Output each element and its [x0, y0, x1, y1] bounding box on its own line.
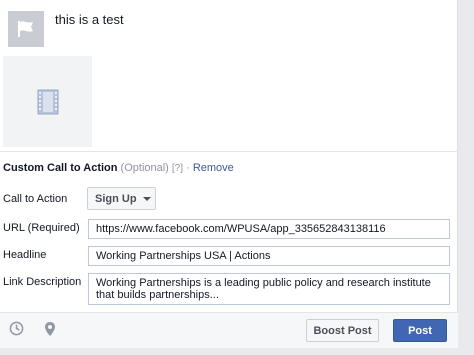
- flag-icon: [18, 21, 33, 37]
- post-composer: this is a test Custom Call to Action (Op…: [0, 0, 458, 348]
- url-field[interactable]: https://www.facebook.com/WPUSA/app_33565…: [88, 219, 450, 239]
- call-to-action-label: Call to Action: [3, 193, 68, 205]
- status-text[interactable]: this is a test: [55, 12, 124, 27]
- boost-post-button[interactable]: Boost Post: [306, 319, 379, 342]
- cta-help-link[interactable]: [?]: [172, 163, 183, 174]
- post-button[interactable]: Post: [393, 319, 447, 342]
- cta-optional-label: (Optional): [120, 162, 169, 174]
- location-pin-icon[interactable]: [44, 321, 56, 337]
- cta-title: Custom Call to Action: [3, 162, 118, 174]
- call-to-action-select[interactable]: Sign Up: [87, 187, 156, 210]
- link-thumbnail[interactable]: [3, 56, 92, 147]
- chevron-down-icon: [142, 196, 151, 201]
- page-avatar: [8, 11, 44, 47]
- cta-remove-link[interactable]: Remove: [193, 162, 234, 174]
- link-description-label: Link Description: [3, 276, 82, 288]
- cta-header: Custom Call to Action (Optional) [?] · R…: [3, 162, 234, 174]
- link-description-field[interactable]: Working Partnerships is a leading public…: [88, 273, 450, 305]
- url-label: URL (Required): [3, 222, 80, 234]
- headline-field[interactable]: Working Partnerships USA | Actions: [88, 246, 450, 266]
- film-icon: [37, 89, 58, 114]
- composer-footer: Boost Post Post: [0, 312, 458, 348]
- call-to-action-value: Sign Up: [95, 192, 137, 205]
- cta-separator: ·: [186, 162, 190, 174]
- clock-icon[interactable]: [9, 321, 24, 336]
- headline-label: Headline: [3, 249, 47, 261]
